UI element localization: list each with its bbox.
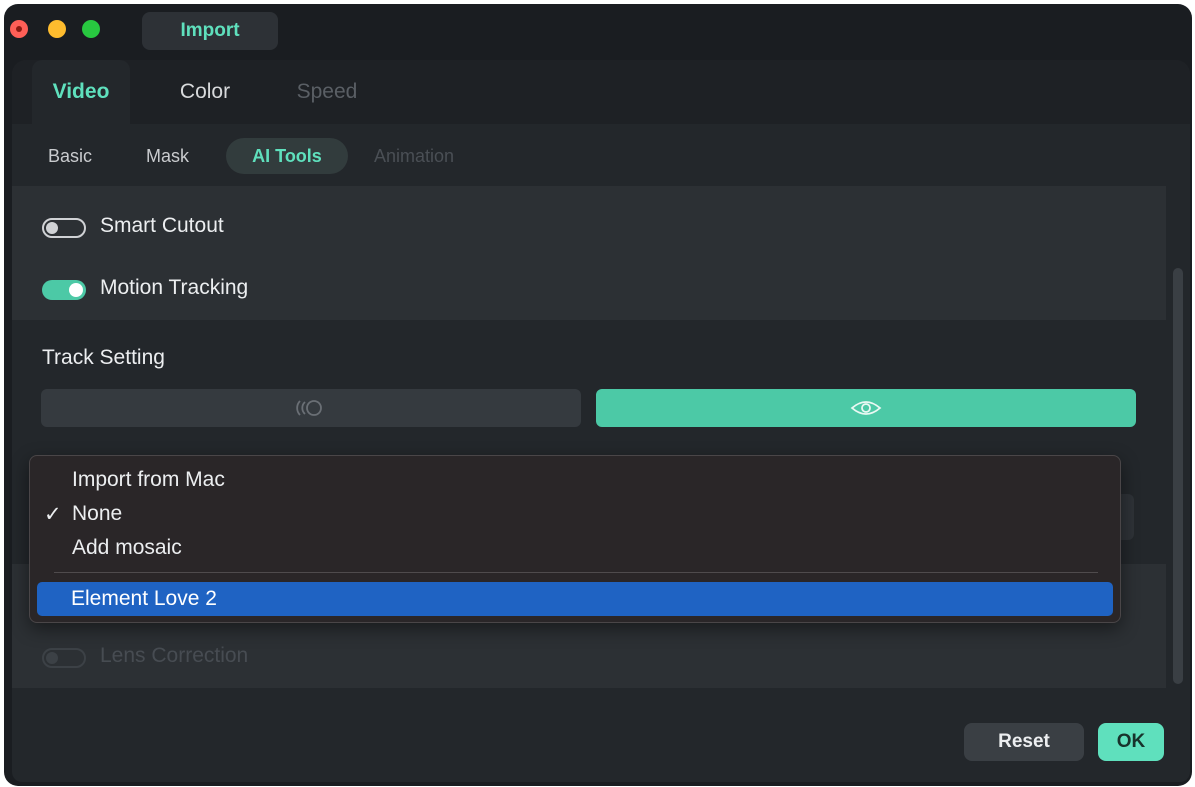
tab-speed: Speed	[296, 80, 358, 103]
app-window: Import Video Color Speed Basic Mask AI T…	[4, 4, 1192, 786]
ai-tools-section: Smart Cutout Motion Tracking	[12, 186, 1166, 320]
lens-correction-label: Lens Correction	[100, 644, 249, 667]
menu-item-import-from-mac[interactable]: Import from Mac	[72, 468, 225, 492]
tab-video[interactable]: Video	[32, 60, 130, 124]
subtab-basic[interactable]: Basic	[48, 138, 92, 174]
tab-color[interactable]: Color	[162, 60, 248, 124]
eye-icon	[850, 401, 882, 415]
smart-cutout-toggle[interactable]	[42, 218, 86, 238]
track-mode-button-eye[interactable]	[596, 389, 1136, 427]
lens-correction-toggle	[42, 648, 86, 668]
motion-tracking-label: Motion Tracking	[100, 276, 249, 299]
properties-panel: Video Color Speed Basic Mask AI Tools An…	[12, 60, 1190, 782]
motion-tracking-toggle[interactable]	[42, 280, 86, 300]
title-bar: Import	[4, 4, 1192, 60]
menu-item-none[interactable]: None	[72, 502, 122, 526]
ok-button[interactable]: OK	[1098, 723, 1164, 761]
scrollbar-thumb[interactable]	[1173, 268, 1183, 684]
track-setting-heading: Track Setting	[42, 346, 165, 369]
menu-separator	[54, 572, 1098, 573]
close-window-button[interactable]	[10, 20, 28, 38]
subtab-animation: Animation	[374, 145, 455, 166]
track-targets-icon	[296, 400, 322, 416]
smart-cutout-label: Smart Cutout	[100, 214, 224, 237]
sub-tab-bar: Basic Mask AI Tools Animation	[12, 124, 1190, 186]
subtab-ai-tools[interactable]: AI Tools	[226, 138, 348, 174]
import-tab-button[interactable]: Import	[142, 12, 278, 50]
checkmark-icon: ✓	[44, 503, 62, 526]
subtab-mask[interactable]: Mask	[146, 138, 189, 174]
main-tab-bar: Video Color Speed	[12, 60, 1190, 124]
dropdown-menu: Import from Mac ✓ None Add mosaic Elemen…	[29, 455, 1121, 623]
menu-item-add-mosaic[interactable]: Add mosaic	[72, 536, 182, 560]
reset-button[interactable]: Reset	[964, 723, 1084, 761]
menu-item-element-love-2[interactable]: Element Love 2	[37, 582, 1113, 616]
minimize-window-button[interactable]	[48, 20, 66, 38]
zoom-window-button[interactable]	[82, 20, 100, 38]
track-mode-button-targets[interactable]	[41, 389, 581, 427]
